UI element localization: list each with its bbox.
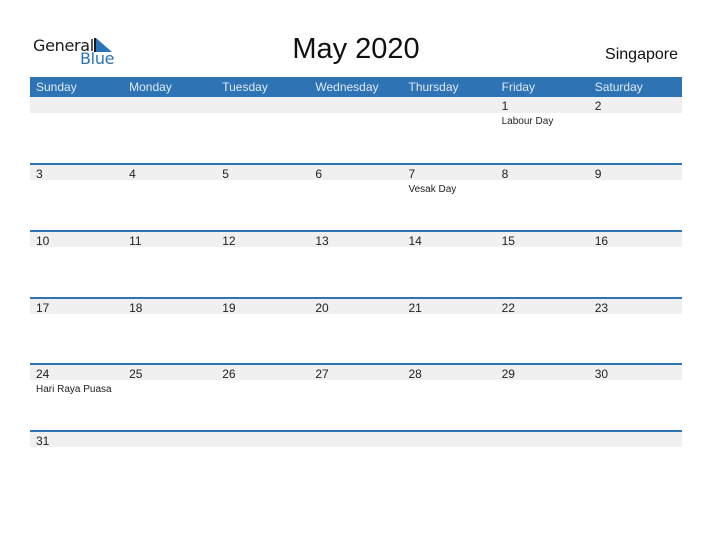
day-cell: 4	[123, 163, 216, 229]
day-cell	[30, 97, 123, 163]
day-number: 25	[129, 367, 143, 381]
day-cell	[216, 430, 309, 496]
week-row: 24 Hari Raya Puasa 25 26 27 28 29 30	[30, 363, 682, 429]
day-number: 26	[222, 367, 236, 381]
day-cell: 26	[216, 363, 309, 429]
weekday-header: Sunday Monday Tuesday Wednesday Thursday…	[30, 77, 682, 97]
day-cell: 10	[30, 230, 123, 296]
day-cell	[309, 430, 402, 496]
day-cell: 14	[403, 230, 496, 296]
day-cell: 11	[123, 230, 216, 296]
day-cell	[216, 97, 309, 163]
day-number: 27	[315, 367, 329, 381]
day-number: 20	[315, 301, 329, 315]
day-number: 21	[408, 301, 422, 315]
day-number: 15	[501, 234, 515, 248]
day-cell: 12	[216, 230, 309, 296]
day-cell: 29	[496, 363, 589, 429]
day-cell	[496, 430, 589, 496]
day-number: 23	[594, 301, 609, 315]
day-cell: 25	[123, 363, 216, 429]
day-number: 14	[408, 234, 422, 248]
weekday-friday: Friday	[501, 80, 535, 94]
day-number: 28	[408, 367, 422, 381]
day-number: 6	[315, 167, 323, 181]
weekday-monday: Monday	[129, 80, 172, 94]
weekday-saturday: Saturday	[594, 80, 643, 94]
day-cell: 2	[589, 97, 682, 163]
day-cell: 6	[309, 163, 402, 229]
weekday-wednesday: Wednesday	[315, 80, 379, 94]
day-number: 13	[315, 234, 329, 248]
day-number: 30	[594, 367, 609, 381]
day-cell: 24 Hari Raya Puasa	[30, 363, 123, 429]
day-cell: 7 Vesak Day	[403, 163, 496, 229]
holiday-label: Labour Day	[501, 116, 554, 127]
week-row: 31	[30, 430, 682, 496]
day-cell: 30	[589, 363, 682, 429]
day-cell: 20	[309, 297, 402, 363]
day-cell: 22	[496, 297, 589, 363]
holiday-label: Hari Raya Puasa	[36, 384, 112, 395]
day-cell: 28	[403, 363, 496, 429]
week-row: 10 11 12 13 14 15 16	[30, 230, 682, 296]
day-number: 5	[222, 167, 229, 181]
day-cell: 9	[589, 163, 682, 229]
day-cell: 23	[589, 297, 682, 363]
day-cell	[309, 97, 402, 163]
day-cell: 5	[216, 163, 309, 229]
day-cell: 3	[30, 163, 123, 229]
day-cell: 1 Labour Day	[496, 97, 589, 163]
day-number: 17	[36, 301, 50, 315]
day-number: 10	[36, 234, 50, 248]
day-cell: 13	[309, 230, 402, 296]
day-number: 18	[129, 301, 143, 315]
day-cell: 19	[216, 297, 309, 363]
day-cell: 27	[309, 363, 402, 429]
weekday-tuesday: Tuesday	[222, 80, 268, 94]
weekday-thursday: Thursday	[408, 80, 459, 94]
day-cell	[589, 430, 682, 496]
day-number: 12	[222, 234, 236, 248]
day-number: 19	[222, 301, 236, 315]
country-label: Singapore	[605, 46, 678, 63]
day-number: 29	[501, 367, 515, 381]
day-cell	[123, 430, 216, 496]
day-number: 1	[501, 99, 509, 113]
week-row: 17 18 19 20 21 22 23	[30, 297, 682, 363]
day-cell	[403, 97, 496, 163]
day-number: 8	[501, 167, 509, 181]
day-number: 22	[501, 301, 515, 315]
day-cell: 17	[30, 297, 123, 363]
holiday-label: Vesak Day	[408, 184, 457, 195]
day-number: 24	[36, 367, 50, 381]
day-number: 3	[36, 167, 43, 181]
day-cell: 31	[30, 430, 123, 496]
day-cell	[123, 97, 216, 163]
day-cell	[403, 430, 496, 496]
day-number: 4	[129, 167, 136, 181]
day-cell: 15	[496, 230, 589, 296]
day-number: 16	[594, 234, 609, 248]
day-number: 31	[36, 434, 50, 448]
day-number: 11	[129, 234, 142, 248]
day-number: 9	[594, 167, 602, 181]
week-row: 3 4 5 6 7 Vesak Day 8 9	[30, 163, 682, 229]
day-cell: 21	[403, 297, 496, 363]
day-number: 2	[594, 99, 602, 113]
week-row: 1 Labour Day 2	[30, 97, 682, 163]
day-cell: 8	[496, 163, 589, 229]
weekday-sunday: Sunday	[36, 80, 77, 94]
day-number: 7	[408, 167, 416, 181]
day-cell: 16	[589, 230, 682, 296]
day-cell: 18	[123, 297, 216, 363]
